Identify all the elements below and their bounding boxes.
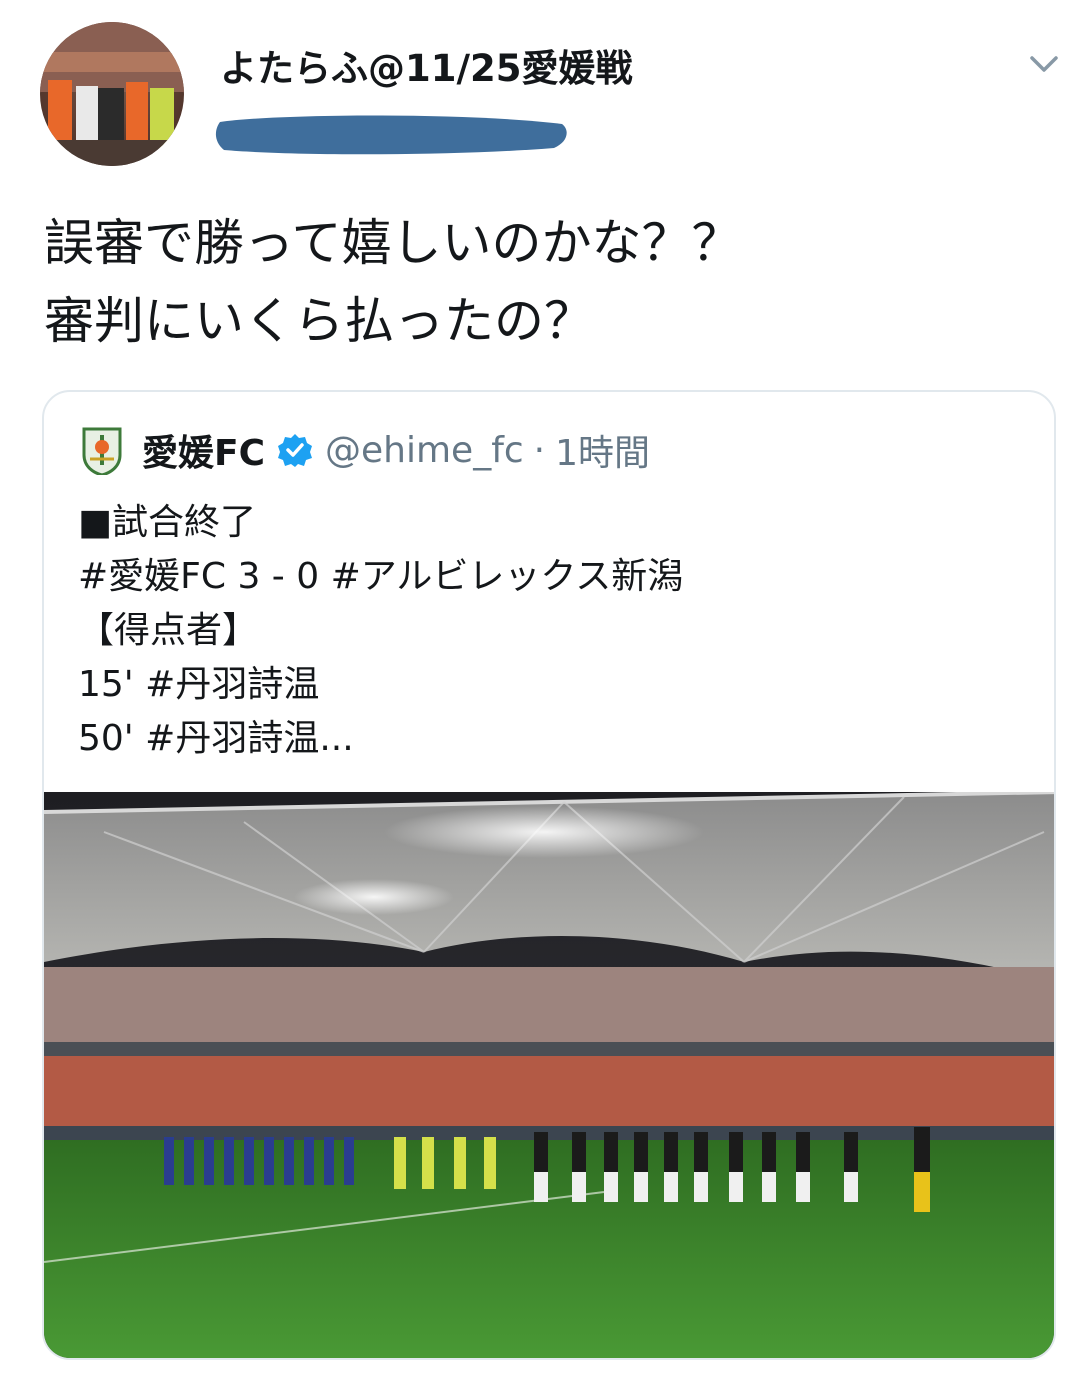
quoted-handle[interactable]: @ehime_fc — [325, 430, 524, 471]
club-crest-icon — [82, 427, 122, 475]
stadium-photo[interactable] — [44, 792, 1056, 1360]
quoted-timestamp[interactable]: 1時間 — [555, 424, 650, 476]
user-avatar[interactable] — [40, 22, 184, 166]
quoted-tweet-card[interactable]: 愛媛FC @ehime_fc · 1時間 ■試合終了 #愛媛FC 3 - 0 #… — [42, 390, 1056, 1360]
verified-badge-icon — [278, 434, 313, 467]
quoted-tweet-header: 愛媛FC @ehime_fc · 1時間 — [80, 420, 650, 480]
chevron-down-icon[interactable] — [1026, 50, 1062, 78]
quoted-display-name[interactable]: 愛媛FC — [142, 424, 265, 476]
avatar-image — [40, 22, 184, 166]
tweet-text: 誤審で勝って嬉しいのかな？？ 審判にいくら払ったの？ — [44, 214, 742, 350]
user-display-name[interactable]: よたらふ@11/25愛媛戦 — [220, 38, 633, 92]
redacted-handle — [215, 115, 567, 155]
quoted-tweet-text: ■試合終了 #愛媛FC 3 - 0 #アルビレックス新潟 【得点者】 15' #… — [78, 502, 684, 759]
separator-dot: · — [533, 429, 546, 471]
